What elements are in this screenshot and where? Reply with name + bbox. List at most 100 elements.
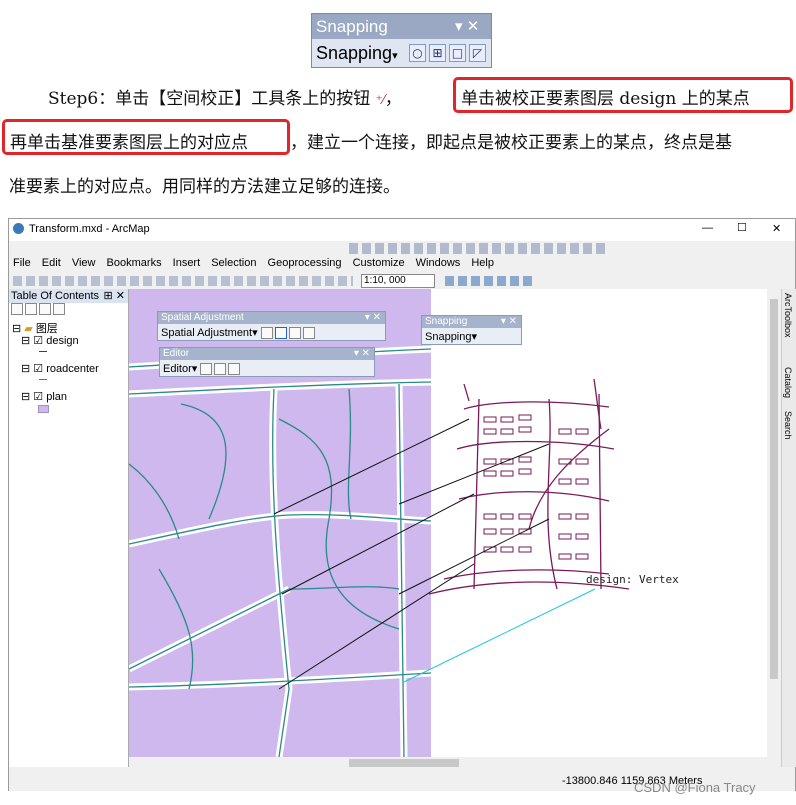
new-displacement-link-icon[interactable] [274, 327, 287, 340]
paragraph-line-1: Step6：单击【空间校正】工具条上的按钮 ⁺⁄， [48, 84, 402, 109]
layer-name: plan [46, 391, 67, 403]
minimize-button[interactable]: — [702, 222, 713, 234]
snapping-toolbar-large: Snapping ▾ ✕ Snapping▾ ○ ⊞ □ ◸ [311, 13, 492, 68]
layer-name: design [46, 335, 79, 347]
tab-catalog[interactable]: Catalog [783, 367, 793, 398]
editor-title: Editor [163, 348, 190, 359]
title-bar: Transform.mxd - ArcMap — ☐ ✕ [9, 219, 795, 241]
arcmap-window: Transform.mxd - ArcMap — ☐ ✕ File Edit V… [8, 218, 796, 791]
plan-symbol [38, 405, 49, 413]
snapping-dropdown[interactable]: Snapping▾ [316, 43, 398, 64]
edit-tool-icon[interactable] [200, 363, 213, 376]
table-of-contents: Table Of Contents ⊞ ✕ ⊟ ▰ 图层 ⊟ ☑ design … [9, 289, 129, 767]
roadcenter-symbol [39, 379, 47, 380]
editor-toolbar: Editor ▾ ✕ Editor▾ [159, 347, 375, 377]
snapping-dropdown-label: Snapping [316, 43, 393, 63]
active-link [403, 588, 596, 683]
spatial-adjustment-dropdown[interactable]: Spatial Adjustment [161, 327, 252, 339]
close-button[interactable]: ✕ [772, 222, 781, 235]
spatial-adjustment-row: Spatial Adjustment▾ [158, 324, 385, 341]
toolbar-controls[interactable]: ▾ ✕ [354, 348, 370, 360]
toc-toolbar [9, 303, 128, 317]
spatial-adjustment-title-bar: Spatial Adjustment ▾ ✕ [158, 312, 385, 324]
highlight-box-1 [453, 77, 793, 113]
snapping-toolbar-title: Snapping [316, 17, 388, 36]
attributes-icon[interactable] [228, 363, 241, 376]
toc-pin-close[interactable]: ⊞ ✕ [104, 289, 126, 303]
list-by-drawing-icon[interactable] [11, 303, 23, 316]
separator: ， [384, 89, 402, 109]
top-toolbar-row [9, 241, 795, 257]
menu-insert[interactable]: Insert [173, 257, 201, 269]
point-snap-icon[interactable]: ○ [409, 44, 426, 62]
map-horizontal-scrollbar[interactable] [129, 757, 767, 769]
toc-layer-design[interactable]: ⊟ ☑ design [21, 334, 79, 347]
tab-arctoolbox[interactable]: ArcToolbox [783, 293, 793, 338]
scroll-thumb[interactable] [349, 759, 459, 767]
snapping-small-row: Snapping▾ [422, 328, 521, 345]
tab-search[interactable]: Search [783, 411, 793, 440]
step-text: Step6：单击【空间校正】工具条上的按钮 [48, 89, 371, 109]
highlight-box-2 [2, 119, 290, 155]
editor-dropdown[interactable]: Editor [163, 363, 192, 375]
toc-layer-roadcenter[interactable]: ⊟ ☑ roadcenter [21, 362, 99, 375]
menu-selection[interactable]: Selection [211, 257, 256, 269]
snapping-small-title: Snapping [425, 316, 468, 327]
end-snap-icon[interactable]: ⊞ [429, 44, 446, 62]
menu-bookmarks[interactable]: Bookmarks [107, 257, 162, 269]
window-title: Transform.mxd - ArcMap [29, 223, 150, 235]
tool-buttons[interactable] [445, 276, 535, 286]
paragraph-line-2: ，建立一个连接，即起点是被校正要素上的某点，终点是基 [290, 133, 732, 153]
chevron-down-icon: ▾ [252, 327, 258, 339]
menu-help[interactable]: Help [471, 257, 494, 269]
map-vertical-scrollbar[interactable] [767, 289, 781, 757]
edge-snap-icon[interactable]: ◸ [469, 44, 486, 62]
list-by-selection-icon[interactable] [53, 303, 65, 316]
standard-toolbar: 1:10, 000 [9, 273, 795, 289]
toolbar-controls[interactable]: ▾ ✕ [501, 316, 517, 328]
toolbar-controls[interactable]: ▾ ✕ [455, 14, 479, 39]
snapping-toolbar-small: Snapping ▾ ✕ Snapping▾ [421, 315, 522, 345]
snapping-small-dropdown[interactable]: Snapping [425, 331, 472, 343]
design-symbol [39, 351, 47, 352]
design-layer [428, 378, 630, 595]
arcmap-logo-icon [13, 223, 24, 234]
spatial-adjustment-toolbar: Spatial Adjustment ▾ ✕ Spatial Adjustment… [157, 311, 386, 341]
map-canvas[interactable]: design: Vertex Spatial Adjustment ▾ ✕ Spa… [129, 289, 767, 757]
chevron-down-icon: ▾ [392, 50, 398, 62]
vertex-snap-label: design: Vertex [586, 573, 679, 586]
menu-windows[interactable]: Windows [416, 257, 461, 269]
editor-title-bar: Editor ▾ ✕ [160, 348, 374, 360]
vertex-snap-icon[interactable]: □ [449, 44, 466, 62]
menu-view[interactable]: View [72, 257, 96, 269]
layer-name: roadcenter [46, 363, 99, 375]
multi-link-icon[interactable] [302, 327, 315, 340]
menu-geoprocessing[interactable]: Geoprocessing [268, 257, 342, 269]
chevron-down-icon: ▾ [191, 363, 198, 375]
standard-tools[interactable] [13, 276, 353, 286]
modify-link-icon[interactable] [288, 327, 301, 340]
right-dock-tabs: ArcToolbox Catalog Search [781, 289, 796, 767]
select-elements-icon[interactable] [260, 327, 273, 340]
snapping-toolbar-title-bar: Snapping ▾ ✕ [312, 14, 491, 39]
tools-toolbar[interactable] [349, 243, 609, 254]
menu-file[interactable]: File [13, 257, 31, 269]
toc-layer-plan[interactable]: ⊟ ☑ plan [21, 390, 67, 403]
menu-bar: File Edit View Bookmarks Insert Selectio… [9, 257, 795, 273]
list-by-source-icon[interactable] [25, 303, 37, 316]
snapping-small-title-bar: Snapping ▾ ✕ [422, 316, 521, 328]
toc-header: Table Of Contents ⊞ ✕ [9, 289, 128, 303]
sketch-tool-icon[interactable] [214, 363, 227, 376]
scroll-thumb[interactable] [770, 299, 778, 679]
toolbar-controls[interactable]: ▾ ✕ [365, 312, 381, 324]
list-by-visibility-icon[interactable] [39, 303, 51, 316]
chevron-down-icon: ▾ [471, 331, 478, 343]
menu-customize[interactable]: Customize [353, 257, 405, 269]
editor-row: Editor▾ [160, 360, 374, 377]
toc-title: Table Of Contents [11, 290, 100, 302]
watermark: CSDN @Fiona Tracy [634, 780, 756, 795]
paragraph-line-3: 准要素上的对应点。用同样的方法建立足够的连接。 [9, 177, 400, 197]
menu-edit[interactable]: Edit [42, 257, 61, 269]
maximize-button[interactable]: ☐ [737, 221, 747, 234]
scale-input[interactable]: 1:10, 000 [361, 274, 435, 288]
